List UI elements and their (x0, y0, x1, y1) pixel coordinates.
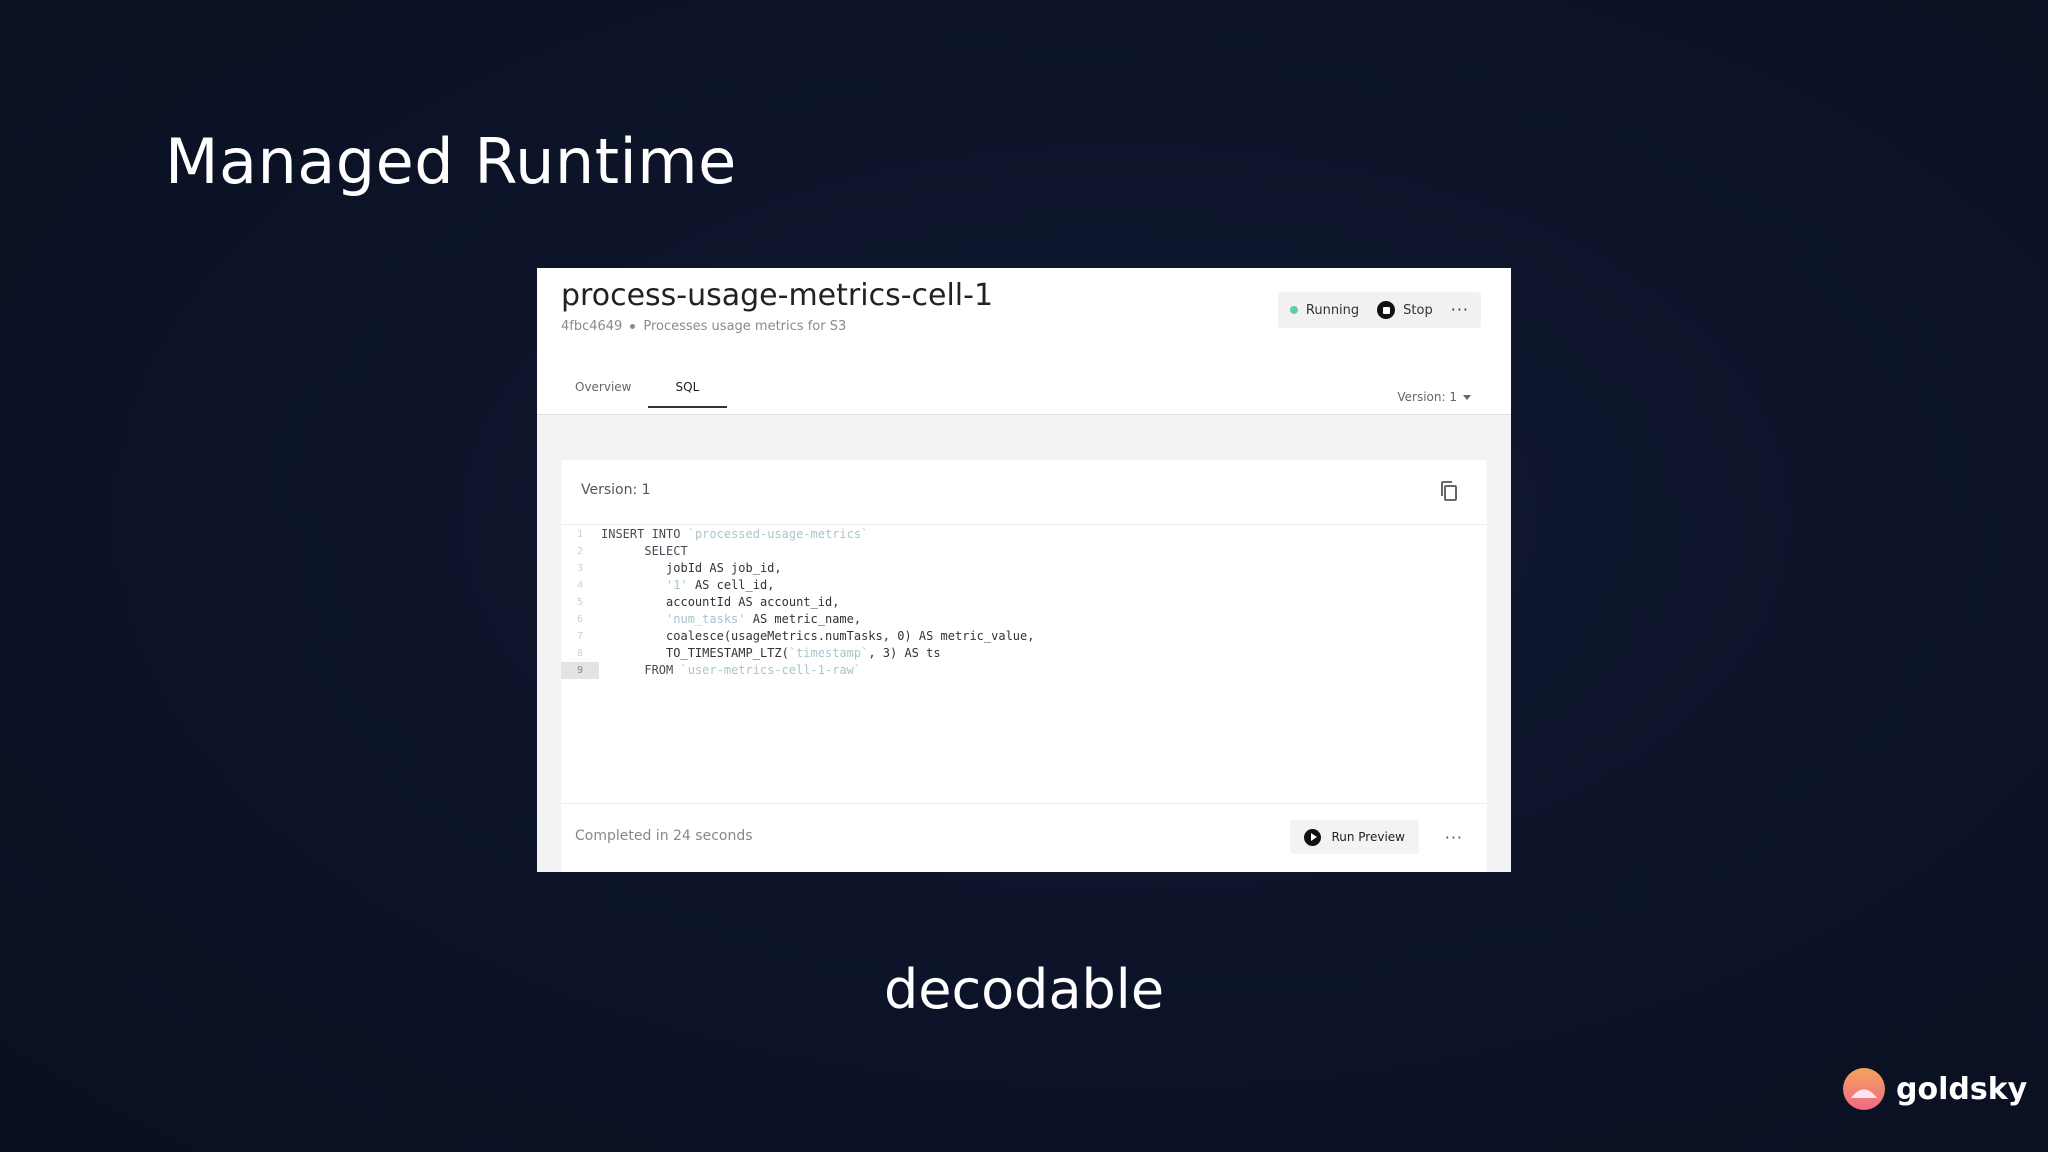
code-line[interactable]: 6 'num_tasks' AS metric_name, (561, 611, 1487, 628)
run-preview-label: Run Preview (1331, 830, 1405, 844)
tab-overview[interactable]: Overview (559, 380, 648, 408)
status-badge: Running (1289, 302, 1360, 318)
code-line[interactable]: 5 accountId AS account_id, (561, 594, 1487, 611)
line-number: 3 (576, 563, 584, 574)
code-line-text: INSERT INTO `processed-usage-metrics` (601, 527, 869, 541)
code-line-text: accountId AS account_id, (601, 595, 840, 609)
line-number: 7 (576, 631, 584, 642)
code-line[interactable]: 4 '1' AS cell_id, (561, 577, 1487, 594)
code-line[interactable]: 8 TO_TIMESTAMP_LTZ(`timestamp`, 3) AS ts (561, 645, 1487, 662)
code-line[interactable]: 7 coalesce(usageMetrics.numTasks, 0) AS … (561, 628, 1487, 645)
stop-icon (1377, 301, 1396, 319)
brand-name: goldsky (1896, 1071, 2028, 1107)
job-description: Processes usage metrics for S3 (643, 319, 847, 334)
code-line-text: coalesce(usageMetrics.numTasks, 0) AS me… (601, 629, 1035, 643)
stop-button[interactable]: Stop (1377, 301, 1433, 319)
code-line[interactable]: 1 INSERT INTO `processed-usage-metrics` (561, 526, 1487, 543)
code-line-text: jobId AS job_id, (601, 561, 782, 575)
line-number: 4 (576, 580, 584, 591)
code-line[interactable]: 9 FROM `user-metrics-cell-1-raw` (561, 662, 1487, 679)
code-line[interactable]: 2 SELECT (561, 543, 1487, 560)
run-status-text: Completed in 24 seconds (575, 828, 753, 844)
brand-logo-group: goldsky (1842, 1067, 2027, 1111)
code-line-text: 'num_tasks' AS metric_name, (666, 612, 862, 626)
editor-card-footer: Completed in 24 seconds Run Preview ··· (561, 803, 1487, 872)
slide-caption: decodable (883, 958, 1165, 1021)
job-id: 4fbc4649 (561, 319, 623, 334)
line-number: 9 (561, 662, 599, 679)
play-icon (1304, 828, 1322, 846)
copy-icon[interactable] (1439, 480, 1459, 502)
editor-card-header: Version: 1 (561, 460, 1487, 525)
goldsky-logo-icon (1843, 1068, 1885, 1110)
slide-title: Managed Runtime (165, 125, 737, 198)
running-status-dot-icon (1289, 306, 1298, 314)
chevron-down-icon (1463, 394, 1471, 400)
embedded-app-screenshot: process-usage-metrics-cell-1 4fbc4649 Pr… (537, 268, 1511, 872)
job-header: process-usage-metrics-cell-1 4fbc4649 Pr… (537, 268, 1511, 415)
status-label: Running (1305, 302, 1360, 318)
job-meta: 4fbc4649 Processes usage metrics for S3 (561, 319, 846, 334)
version-dropdown-label: Version: 1 (1397, 390, 1457, 404)
tab-bar: Overview SQL (559, 380, 728, 408)
code-line-text: '1' AS cell_id, (666, 578, 775, 592)
code-line-text: FROM `user-metrics-cell-1-raw` (644, 663, 862, 677)
footer-more-options-icon[interactable]: ··· (1445, 828, 1463, 847)
code-line-text: TO_TIMESTAMP_LTZ(`timestamp`, 3) AS ts (601, 646, 941, 660)
tab-sql[interactable]: SQL (647, 380, 728, 408)
sql-editor-card: Version: 1 1 INSERT INTO `processed-usage… (561, 460, 1487, 872)
job-title: process-usage-metrics-cell-1 (561, 278, 994, 313)
line-number: 2 (576, 546, 584, 557)
line-number: 8 (576, 648, 584, 659)
stop-label: Stop (1403, 302, 1433, 318)
code-line-text: SELECT (644, 544, 688, 558)
status-toolbar: Running Stop ··· (1277, 292, 1481, 328)
code-line[interactable]: 3 jobId AS job_id, (561, 560, 1487, 577)
more-options-icon[interactable]: ··· (1451, 302, 1469, 318)
separator-dot (630, 324, 636, 329)
version-dropdown[interactable]: Version: 1 (1397, 390, 1471, 404)
line-number: 1 (576, 529, 584, 540)
editor-version-label: Version: 1 (581, 482, 651, 498)
run-preview-button[interactable]: Run Preview (1290, 820, 1419, 854)
sql-code-editor[interactable]: 1 INSERT INTO `processed-usage-metrics` 2 … (561, 526, 1487, 796)
line-number: 6 (576, 614, 584, 625)
line-number: 5 (576, 597, 584, 608)
